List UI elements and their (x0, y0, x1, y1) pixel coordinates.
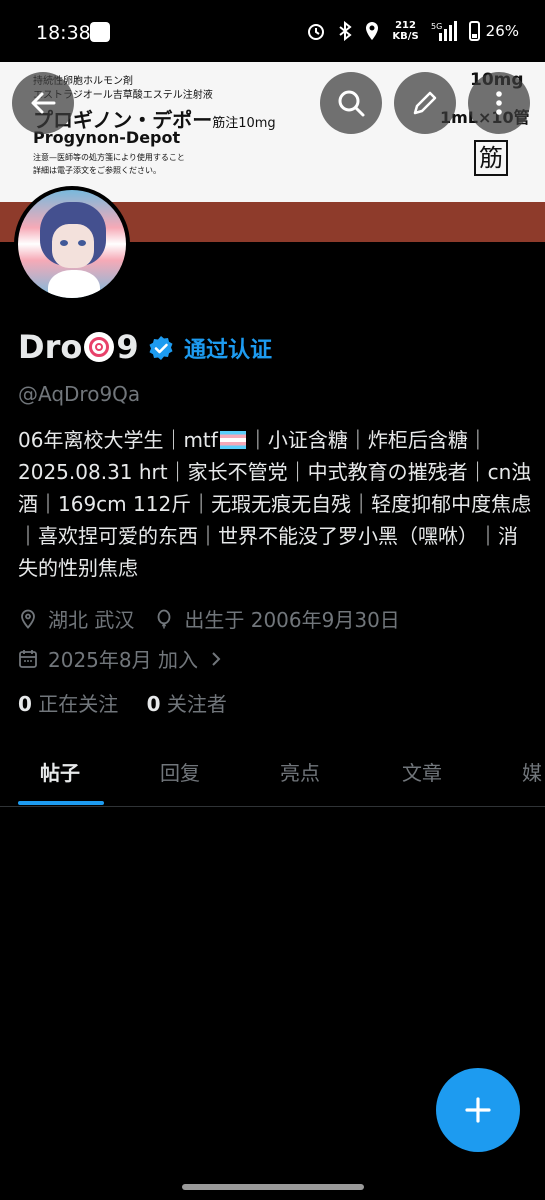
location-text: 湖北 武汉 (48, 608, 135, 632)
avatar-face (52, 224, 94, 268)
svg-text:5G: 5G (431, 22, 442, 31)
more-vertical-icon (496, 91, 502, 115)
edit-icon (413, 91, 437, 115)
name-text: 9 (116, 328, 139, 366)
follow-stats: 0 正在关注 0 关注者 (18, 688, 227, 717)
banner-caution: 詳細は電子添文をご参照ください。 (33, 166, 161, 175)
avatar[interactable] (14, 186, 130, 302)
active-tab-indicator (18, 801, 104, 805)
banner-caution: 注意—医師等の処方箋により使用すること (33, 153, 185, 162)
birthday-text: 出生于 2006年9月30日 (184, 608, 400, 632)
tab-label: 亮点 (280, 761, 320, 785)
verified-label[interactable]: 通过认证 (184, 332, 272, 364)
qq-notification-icon (90, 22, 110, 42)
search-icon (338, 90, 365, 117)
search-button[interactable] (320, 72, 382, 134)
name-text: Dro (18, 328, 83, 366)
following-count: 0 (18, 692, 32, 716)
alarm-icon (308, 24, 325, 40)
clock: 18:38 (36, 22, 91, 44)
tab-posts[interactable]: 帖子 (18, 752, 104, 806)
followers-count: 0 (146, 692, 161, 716)
avatar-body (48, 270, 100, 298)
tab-replies[interactable]: 回复 (160, 752, 200, 806)
avatar-eye (78, 240, 86, 246)
arrow-left-icon (31, 92, 56, 114)
verified-badge-icon[interactable] (148, 335, 174, 361)
tab-label: 文章 (402, 761, 442, 785)
user-handle: @AqDro9Qa (18, 382, 141, 406)
plus-icon (465, 1097, 491, 1123)
following-label: 正在关注 (38, 692, 119, 716)
profile-meta-row: 湖北 武汉 出生于 2006年9月30日 (18, 604, 400, 633)
profile-tabs: 帖子 回复 亮点 文章 媒 (0, 752, 545, 807)
tab-highlights[interactable]: 亮点 (280, 752, 320, 806)
joined-row[interactable]: 2025年8月 加入 (18, 644, 236, 673)
joined-text: 2025年8月 加入 (48, 648, 198, 672)
bluetooth-icon (339, 21, 353, 41)
location-icon (366, 22, 379, 40)
more-button[interactable] (468, 72, 530, 134)
tab-label: 帖子 (40, 761, 80, 785)
transgender-flag-icon (219, 431, 246, 449)
back-button[interactable] (12, 72, 74, 134)
location-icon (21, 609, 35, 629)
edit-button[interactable] (394, 72, 456, 134)
following-link[interactable]: 0 正在关注 (18, 692, 118, 716)
display-name: Dro 9 (18, 328, 139, 366)
avatar-eye (60, 240, 68, 246)
compose-button[interactable] (436, 1068, 520, 1152)
avatar-image (18, 190, 126, 298)
banner-route: 筋 (474, 140, 508, 176)
signal-icon: 5G (431, 21, 457, 41)
followers-label: 关注者 (166, 692, 227, 716)
status-icons: 212 KB/S 5G 26% (306, 20, 519, 42)
tab-label: 回复 (160, 761, 200, 785)
balloon-icon (157, 609, 171, 628)
calendar-icon (19, 649, 37, 668)
tab-articles[interactable]: 文章 (402, 752, 442, 806)
network-speed: 212 KB/S (392, 20, 419, 42)
tab-media[interactable]: 媒 (522, 752, 542, 806)
battery-icon (468, 21, 480, 41)
naruto-emoji-icon (84, 332, 115, 362)
tab-label: 媒 (522, 761, 542, 785)
bio-text: 06年离校大学生｜mtf (18, 428, 218, 452)
followers-link[interactable]: 0 关注者 (147, 692, 227, 716)
battery-level: 26% (485, 22, 519, 40)
profile-banner[interactable]: 持続性卵胞ホルモン剤 エストラジオール吉草酸エステル注射液 プロギノン・デポー筋… (0, 62, 545, 202)
battery: 26% (468, 21, 519, 41)
bio: 06年离校大学生｜mtf ｜小证含糖｜炸柜后含糖｜2025.08.31 hrt｜家… (18, 424, 533, 584)
chevron-right-icon (212, 651, 221, 666)
status-bar: 18:38 212 KB/S 5G 26% (0, 0, 545, 60)
home-indicator[interactable] (182, 1184, 364, 1190)
